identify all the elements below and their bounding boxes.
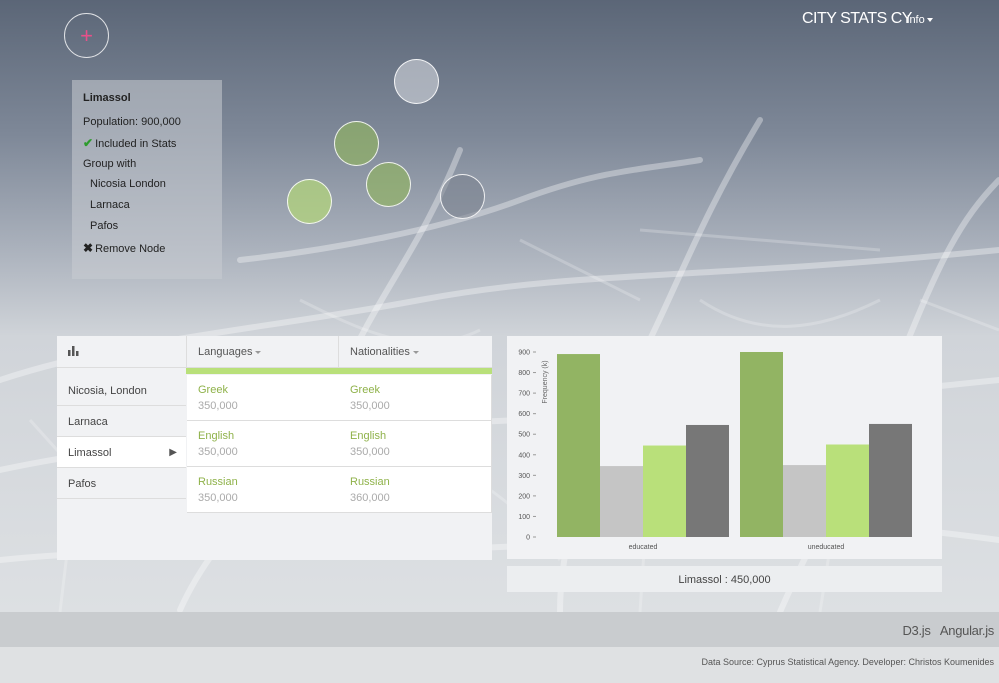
cell-label: English: [198, 430, 235, 442]
bar: [643, 445, 686, 537]
y-tick-label: 400: [518, 452, 530, 459]
active-indicator-bar: [186, 368, 492, 374]
info-menu-label: info: [907, 14, 925, 26]
play-arrow-icon: ▶: [169, 447, 177, 458]
map-node[interactable]: [440, 174, 485, 219]
group-with-label: Group with: [83, 158, 137, 170]
cell-value: 350,000: [350, 400, 390, 412]
cell-value: 360,000: [350, 492, 390, 504]
y-tick-label: 200: [518, 493, 530, 500]
nationalities-column-header[interactable]: Nationalities: [350, 346, 419, 358]
cell-label: Russian: [350, 476, 390, 488]
y-tick-label: 100: [518, 514, 530, 521]
city-item-larnaca[interactable]: Larnaca: [57, 406, 186, 437]
cell-value: 350,000: [198, 492, 238, 504]
add-node-button[interactable]: +: [64, 13, 109, 58]
node-info-panel: Limassol Population: 900,000 ✔ Included i…: [72, 80, 222, 279]
footer-credits-bar: Data Source: Cyprus Statistical Agency. …: [0, 647, 999, 683]
d3-link[interactable]: D3.js: [902, 623, 930, 638]
city-label: Pafos: [68, 478, 97, 490]
y-tick-label: 900: [518, 350, 530, 357]
bar: [740, 352, 783, 537]
cell-value: 350,000: [198, 400, 238, 412]
bar: [826, 444, 869, 537]
bar: [600, 466, 643, 537]
app-title: CITY STATS CY: [802, 10, 912, 27]
y-axis-label: Frequency (k): [542, 360, 549, 403]
chart-svg: Frequency (k) 0 100 200 300 400 500 600 700 800 90…: [518, 350, 912, 551]
nationalities-header-label: Nationalities: [350, 346, 410, 358]
y-tick-label: 0: [526, 535, 530, 542]
table-cell: Greek 350,000: [339, 375, 492, 421]
close-icon: ✖: [83, 241, 94, 255]
y-tick-label: 600: [518, 411, 530, 418]
cell-label: English: [350, 430, 387, 442]
footer-links-bar: D3.js Angular.js: [0, 612, 999, 647]
group-option-pafos[interactable]: Pafos: [90, 220, 222, 232]
divider: [338, 336, 339, 368]
city-item-pafos[interactable]: Pafos: [57, 468, 186, 499]
city-item-limassol[interactable]: Limassol ▶: [57, 437, 186, 468]
remove-node-label: Remove Node: [95, 243, 166, 255]
table-cell: English 350,000: [339, 421, 492, 467]
stats-table: Languages Nationalities Nicosia, London …: [57, 336, 492, 560]
chart-caption: Limassol : 450,000: [507, 566, 942, 592]
caret-down-icon: [926, 18, 933, 23]
table-cell: Greek 350,000: [187, 375, 340, 421]
city-label: Larnaca: [68, 416, 108, 428]
remove-node-button[interactable]: ✖ Remove Node: [83, 241, 222, 255]
caret-down-icon: [255, 350, 262, 354]
caret-down-icon: [412, 350, 419, 354]
included-label: Included in Stats: [95, 138, 177, 150]
table-cell: Russian 350,000: [187, 467, 340, 513]
x-tick-label: uneducated: [808, 544, 845, 551]
population-text: Population: 900,000: [83, 116, 181, 128]
languages-header-label: Languages: [198, 346, 253, 358]
angular-link[interactable]: Angular.js: [940, 623, 994, 638]
map-node[interactable]: [394, 59, 439, 104]
map-node[interactable]: [287, 179, 332, 224]
credits-text: Data Source: Cyprus Statistical Agency. …: [701, 657, 994, 667]
city-label: Limassol: [68, 447, 112, 459]
y-tick-label: 300: [518, 473, 530, 480]
bar: [686, 424, 729, 537]
plus-icon: +: [80, 22, 93, 48]
cell-label: Russian: [198, 476, 238, 488]
x-tick-label: educated: [629, 544, 658, 551]
map-node[interactable]: [334, 121, 379, 166]
included-toggle[interactable]: ✔ Included in Stats: [83, 136, 222, 150]
bar: [557, 354, 600, 537]
y-tick-label: 700: [518, 391, 530, 398]
table-header: Languages Nationalities: [57, 336, 492, 368]
bar-chart: Frequency (k) 0 100 200 300 400 500 600 700 800 90…: [507, 336, 942, 559]
city-item-nicosia-london[interactable]: Nicosia, London: [57, 375, 186, 406]
map-background[interactable]: CITY STATS CY info + Limassol Population…: [0, 0, 999, 612]
bar: [783, 465, 826, 537]
group-option-larnaca[interactable]: Larnaca: [90, 199, 222, 211]
divider: [186, 336, 187, 368]
check-icon: ✔: [83, 136, 94, 150]
table-cell: Russian 360,000: [339, 467, 492, 513]
y-tick-label: 800: [518, 370, 530, 377]
cell-label: Greek: [350, 384, 380, 396]
map-node[interactable]: [366, 162, 411, 207]
city-label: Nicosia, London: [68, 385, 147, 397]
cell-label: Greek: [198, 384, 228, 396]
languages-column-header[interactable]: Languages: [198, 346, 262, 358]
cell-value: 350,000: [198, 446, 238, 458]
bar-chart-icon[interactable]: [68, 346, 80, 356]
panel-title: Limassol: [83, 92, 131, 104]
info-menu[interactable]: info: [907, 14, 933, 26]
table-cell: English 350,000: [187, 421, 340, 467]
group-option-nicosia-london[interactable]: Nicosia London: [90, 178, 222, 190]
bar: [869, 423, 912, 537]
y-tick-label: 500: [518, 432, 530, 439]
cell-value: 350,000: [350, 446, 390, 458]
